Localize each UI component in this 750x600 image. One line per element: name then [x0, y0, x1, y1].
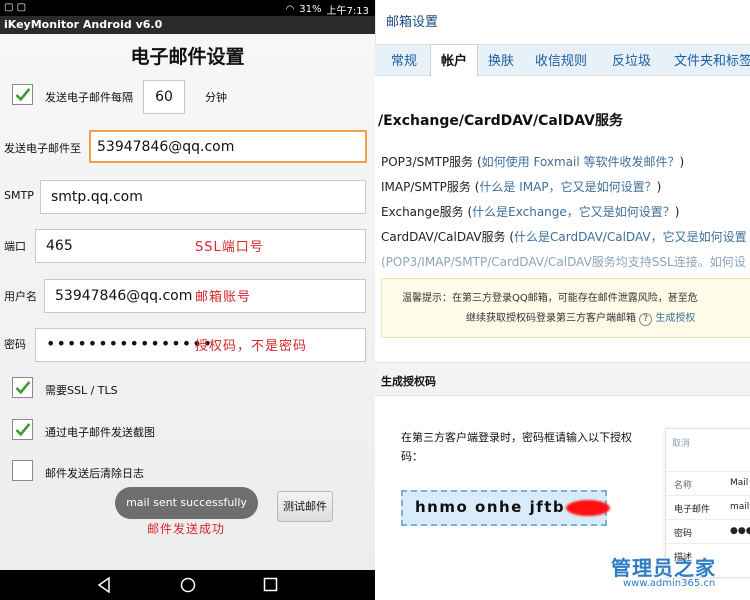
service-pop3: POP3/SMTP服务 (如何使用 Foxmail 等软件收发邮件？): [381, 155, 685, 169]
settings-title: 邮箱设置: [386, 15, 439, 30]
smtp-label: SMTP: [4, 189, 34, 202]
imap-help-link[interactable]: 什么是 IMAP，它又是如何设置？: [479, 180, 656, 194]
tab-account[interactable]: 帐户: [430, 44, 478, 77]
preview-row: 电子邮件mailt: [666, 495, 750, 519]
interval-input[interactable]: 60: [143, 80, 185, 114]
email-to-input[interactable]: 53947846@qq.com: [89, 130, 367, 163]
settings-header: 邮箱设置: [375, 0, 750, 44]
smtp-input[interactable]: smtp.qq.com: [40, 180, 366, 214]
tab-general[interactable]: 常规: [391, 50, 417, 69]
tab-antispam[interactable]: 反垃圾: [612, 50, 651, 69]
page-title: 电子邮件设置: [130, 46, 245, 68]
service-carddav: CardDAV/CalDAV服务 (什么是CardDAV/CalDAV，它又是如…: [381, 230, 747, 244]
tab-rules[interactable]: 收信规则: [535, 50, 587, 69]
username-label: 用户名: [4, 290, 37, 303]
preview-row: 密码●●●●: [666, 519, 750, 543]
auth-code: hnmo onhe jftb: [415, 498, 566, 516]
port-note: SSL端口号: [195, 240, 264, 255]
redaction-mark: [566, 499, 611, 516]
send-interval-checkbox[interactable]: [12, 84, 33, 105]
password-label: 密码: [4, 338, 26, 351]
exchange-help-link[interactable]: 什么是Exchange，它又是如何设置？: [472, 205, 675, 219]
clear-log-label: 邮件发送后清除日志: [45, 467, 144, 480]
warning-line-1: 温馨提示：在第三方登录QQ邮箱，可能存在邮件泄露风险，甚至危: [402, 293, 698, 304]
recents-icon[interactable]: [263, 577, 278, 596]
android-screen: ▢ ▢ ◠ 31% 上午7:13 iKeyMonitor Android v6.…: [0, 0, 375, 600]
pop3-help-link[interactable]: 如何使用 Foxmail 等软件收发邮件？: [482, 155, 680, 169]
tab-skin[interactable]: 换肤: [488, 50, 514, 69]
generate-code-bar: 生成授权码: [375, 362, 750, 396]
watermark-logo: 管理员之家: [611, 556, 716, 580]
ssl-label: 需要SSL / TLS: [45, 384, 118, 397]
port-value: 465: [46, 238, 73, 254]
check-icon: [15, 422, 31, 436]
check-icon: [15, 380, 31, 394]
wifi-icon: ◠: [285, 4, 295, 15]
generate-auth-link[interactable]: 生成授权: [655, 313, 695, 324]
email-to-label: 发送电子邮件至: [4, 142, 81, 155]
ssl-checkbox[interactable]: [12, 377, 33, 398]
test-email-button[interactable]: 测试邮件: [277, 491, 333, 522]
interval-unit: 分钟: [205, 91, 227, 104]
username-value: 53947846@qq.com: [55, 288, 193, 304]
clear-log-checkbox[interactable]: [12, 460, 33, 481]
toast-message: mail sent successfully: [115, 487, 258, 519]
send-screenshot-label: 通过电子邮件发送截图: [45, 426, 155, 439]
auth-code-box: hnmo onhe jftb: [401, 490, 611, 526]
app-title: iKeyMonitor Android v6.0: [0, 16, 375, 34]
auth-instruction: 在第三方客户端登录时，密码框请输入以下授权码：: [401, 431, 632, 463]
preview-row: 名称 Mail: [666, 471, 750, 495]
preview-cancel: 取消: [672, 439, 691, 449]
success-note: 邮件发送成功: [147, 522, 226, 536]
warning-box: 温馨提示：在第三方登录QQ邮箱，可能存在邮件泄露风险，甚至危 继续获取授权码登录…: [381, 278, 750, 338]
status-icons-left: ▢ ▢: [4, 2, 27, 13]
qqmail-settings: 邮箱设置 常规 帐户 换肤 收信规则 反垃圾 文件夹和标签 /Exchange/…: [375, 0, 750, 600]
tab-folders[interactable]: 文件夹和标签: [674, 50, 750, 69]
status-bar: ▢ ▢ ◠ 31% 上午7:13: [0, 0, 375, 17]
send-screenshot-checkbox[interactable]: [12, 419, 33, 440]
username-note: 邮箱账号: [195, 290, 252, 305]
check-icon: [15, 87, 31, 101]
warning-line-2: 继续获取授权码登录第三方客户端邮箱 ? 生成授权: [466, 313, 696, 326]
service-imap: IMAP/SMTP服务 (什么是 IMAP，它又是如何设置？): [381, 180, 662, 194]
service-exchange: Exchange服务 (什么是Exchange，它又是如何设置？): [381, 205, 680, 219]
battery-percent: 31%: [299, 4, 322, 15]
settings-tabs: 常规 帐户 换肤 收信规则 反垃圾 文件夹和标签: [375, 44, 750, 77]
password-note: 授权码，不是密码: [195, 339, 308, 354]
section-title: /Exchange/CardDAV/CalDAV服务: [378, 113, 623, 129]
port-label: 端口: [4, 240, 26, 253]
generate-code-title: 生成授权码: [381, 375, 436, 388]
android-nav-bar: [0, 570, 375, 600]
clock: 上午7:13: [326, 6, 369, 17]
email-settings-form: 电子邮件设置 发送电子邮件每隔 60 分钟 发送电子邮件至 53947846@q…: [0, 34, 375, 570]
watermark-url: www.admin365.cn: [623, 578, 716, 589]
back-icon[interactable]: [97, 576, 111, 597]
help-icon[interactable]: ?: [639, 313, 653, 326]
send-interval-label: 发送电子邮件每隔: [45, 91, 133, 104]
ssl-support-note: (POP3/IMAP/SMTP/CardDAV/CalDAV服务均支持SSL连接…: [381, 255, 746, 269]
password-value: ••••••••••••••••: [46, 334, 213, 353]
carddav-help-link[interactable]: 什么是CardDAV/CalDAV，它又是如何设置: [514, 230, 747, 244]
home-icon[interactable]: [180, 577, 196, 597]
